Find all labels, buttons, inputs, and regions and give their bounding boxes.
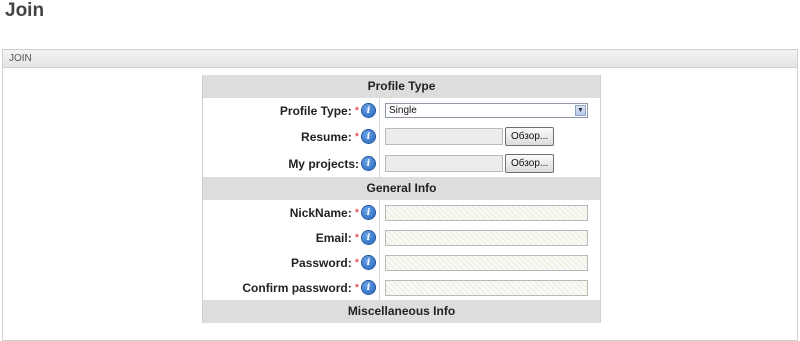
my-projects-browse-button[interactable]: Обзор... [505,154,555,173]
nickname-field[interactable] [385,204,588,221]
email-row: Email: * i [203,225,600,250]
profile-type-label: Profile Type: [279,103,352,118]
info-icon[interactable]: i [362,206,375,219]
chevron-down-icon[interactable]: ▼ [575,105,586,116]
resume-browse-button[interactable]: Обзор... [505,127,555,146]
confirm-password-field[interactable] [385,279,588,296]
page-title: Join [5,0,45,21]
required-marker: * [354,281,359,294]
profile-type-select[interactable]: Single ▼ [385,103,588,118]
my-projects-label: My projects: [288,156,359,171]
join-form: Profile Type Profile Type: * i Single ▼ … [202,75,601,323]
confirm-password-row: Confirm password: * i [203,275,600,300]
resume-file-input[interactable] [385,128,503,145]
section-misc-info: Miscellaneous Info [203,300,600,323]
email-label: Email: [315,230,352,245]
required-marker: * [354,206,359,219]
info-icon[interactable]: i [362,281,375,294]
password-row: Password: * i [203,250,600,275]
join-panel: JOIN Profile Type Profile Type: * i Sing… [2,49,798,341]
section-profile-type: Profile Type [203,75,600,98]
email-field[interactable] [385,229,588,246]
profile-type-row: Profile Type: * i Single ▼ [203,98,600,123]
info-icon[interactable]: i [362,157,375,170]
info-icon[interactable]: i [362,104,375,117]
section-general-info: General Info [203,177,600,200]
profile-type-value: Single [389,105,417,116]
required-marker: * [354,231,359,244]
nickname-label: NickName: [289,205,352,220]
my-projects-row: My projects: i Обзор... [203,150,600,177]
my-projects-file-input[interactable] [385,155,503,172]
panel-header: JOIN [3,50,797,68]
resume-row: Resume: * i Обзор... [203,123,600,150]
nickname-row: NickName: * i [203,200,600,225]
password-field[interactable] [385,254,588,271]
confirm-password-label: Confirm password: [242,280,352,295]
required-marker: * [354,104,359,117]
password-label: Password: [291,255,352,270]
info-icon[interactable]: i [362,130,375,143]
resume-label: Resume: [301,129,352,144]
info-icon[interactable]: i [362,256,375,269]
info-icon[interactable]: i [362,231,375,244]
required-marker: * [354,130,359,143]
required-marker: * [354,256,359,269]
